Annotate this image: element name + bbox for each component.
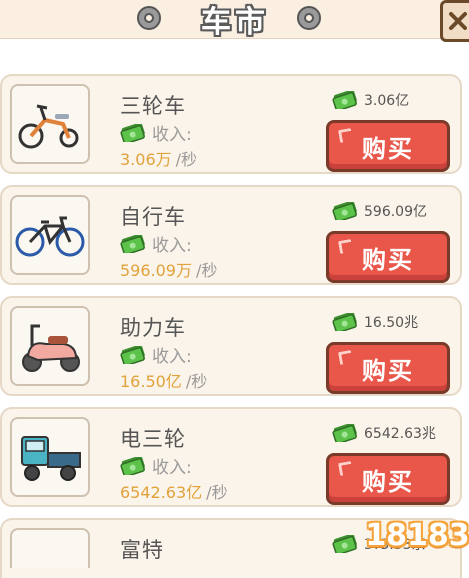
income-label: 收入: <box>152 458 192 478</box>
income-rate-value: 6542.63亿 <box>120 483 203 502</box>
vehicle-name: 电三轮 <box>120 427 186 451</box>
vehicle-thumbnail <box>10 84 90 164</box>
page-title: 车市 <box>201 5 269 40</box>
income-label: 收入: <box>152 236 192 256</box>
buy-button[interactable]: 购买 <box>326 120 450 172</box>
income-rate: 16.50亿/秒 <box>120 368 207 392</box>
gear-icon <box>297 6 321 30</box>
money-icon <box>332 313 358 331</box>
income-row: 收入: <box>120 120 192 145</box>
price-value: 16.50兆 <box>364 315 419 331</box>
price-value: 3.06亿 <box>364 93 410 109</box>
per-second-label: /秒 <box>175 150 198 169</box>
income-row: 收入: <box>120 231 192 256</box>
per-second-label: /秒 <box>196 261 218 280</box>
per-second-label: /秒 <box>206 483 228 502</box>
money-icon <box>120 234 146 253</box>
price-row: 596.09亿 <box>332 201 427 221</box>
electric-tricycle-icon <box>21 436 81 481</box>
list-item: 助力车 收入: 16.50亿/秒 16.50兆 购买 <box>0 296 462 396</box>
buy-button-label: 购买 <box>362 134 414 163</box>
button-shine <box>337 349 354 366</box>
site-watermark: 18183 <box>365 517 469 553</box>
buy-button[interactable]: 购买 <box>326 231 450 283</box>
income-rate-value: 596.09万 <box>120 261 192 280</box>
money-icon <box>332 535 358 553</box>
list-item: 三轮车 收入: 3.06万/秒 3.06亿 购买 <box>0 74 462 174</box>
buy-button-label: 购买 <box>362 467 414 496</box>
button-shine <box>337 238 354 255</box>
scooter-icon <box>22 324 80 372</box>
income-rate: 6542.63亿/秒 <box>120 479 228 503</box>
money-icon <box>120 123 146 142</box>
money-icon <box>332 424 358 442</box>
vehicle-thumbnail <box>10 306 90 386</box>
money-icon <box>332 91 358 109</box>
price-row: 6542.63兆 <box>332 423 436 443</box>
price-value: 6542.63兆 <box>364 426 436 442</box>
bicycle-icon <box>15 216 85 257</box>
close-button[interactable] <box>440 0 469 42</box>
income-rate: 3.06万/秒 <box>120 146 197 170</box>
vehicle-thumbnail <box>10 528 90 568</box>
button-shine <box>337 127 354 144</box>
vehicle-name: 助力车 <box>120 316 186 340</box>
price-row: 16.50兆 <box>332 312 418 332</box>
income-row: 收入: <box>120 453 192 478</box>
header-bar: 车市 <box>0 0 469 42</box>
income-row: 收入: <box>120 342 192 367</box>
buy-button-label: 购买 <box>362 245 414 274</box>
money-icon <box>120 345 146 364</box>
money-icon <box>120 456 146 475</box>
buy-button[interactable]: 购买 <box>326 453 450 505</box>
button-shine <box>337 460 354 477</box>
income-rate-value: 16.50亿 <box>120 372 182 391</box>
money-icon <box>332 202 358 220</box>
vehicle-name: 三轮车 <box>120 94 186 118</box>
vehicle-thumbnail <box>10 195 90 275</box>
buy-button[interactable]: 购买 <box>326 342 450 394</box>
tricycle-icon <box>18 104 79 149</box>
price-row: 3.06亿 <box>332 90 409 110</box>
list-item: 电三轮 收入: 6542.63亿/秒 6542.63兆 购买 <box>0 407 462 507</box>
price-value: 596.09亿 <box>364 204 427 220</box>
income-rate: 596.09万/秒 <box>120 257 217 281</box>
vehicle-name: 自行车 <box>120 205 186 229</box>
income-label: 收入: <box>152 347 192 367</box>
buy-button-label: 购买 <box>362 356 414 385</box>
vehicle-thumbnail <box>10 417 90 497</box>
list-item: 自行车 收入: 596.09万/秒 596.09亿 购买 <box>0 185 462 285</box>
income-label: 收入: <box>152 125 192 145</box>
vehicle-name: 富特 <box>120 538 164 562</box>
income-rate-value: 3.06万 <box>120 150 172 169</box>
close-icon <box>449 12 467 30</box>
per-second-label: /秒 <box>185 372 208 391</box>
